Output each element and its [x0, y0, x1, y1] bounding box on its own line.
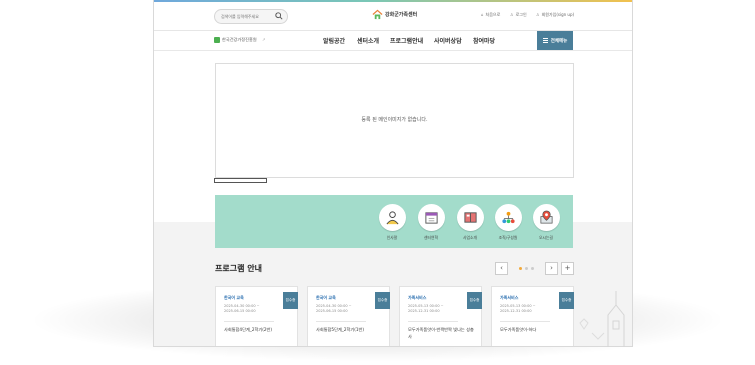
prev-button[interactable]: ‹: [495, 262, 508, 275]
program-card[interactable]: 한국어 교육 2025-04-30 00:00 ~ 2025-06-15 00:…: [215, 286, 298, 346]
quick-label: 오시는길: [539, 235, 553, 240]
card-date: 2025-04-30 00:00 ~ 2025-06-15 00:00: [224, 304, 260, 313]
card-date: 2025-05-13 00:00 ~ 2025-12-31 00:00: [500, 304, 536, 313]
card-divider: [224, 321, 274, 322]
quick-menu: 인사말 센터연혁 사업소개 조직/구성원 오시는길: [215, 195, 573, 248]
banner-empty-text: 등록 된 메인이미지가 없습니다.: [361, 117, 428, 123]
hamburger-icon: [542, 37, 548, 44]
quick-item-greeting[interactable]: 인사말: [377, 204, 407, 241]
card-category: 가족서비스: [500, 295, 519, 300]
util-home[interactable]: ⌂ 처음으로: [481, 12, 500, 18]
card-divider: [500, 321, 550, 322]
pager-dot[interactable]: [525, 267, 528, 270]
util-home-label: 처음으로: [485, 12, 501, 17]
card-category: 한국어 교육: [224, 295, 244, 300]
program-card[interactable]: 한국어 교육 2025-04-30 00:00 ~ 2025-06-15 00:…: [307, 286, 390, 346]
util-login-label: 로그인: [515, 12, 527, 17]
search-input[interactable]: [221, 11, 273, 22]
card-date: 2025-05-13 00:00 ~ 2025-12-31 00:00: [408, 304, 444, 313]
card-category: 한국어 교육: [316, 295, 336, 300]
card-title: 모두가족품앗이-반짝반짝 빛나는 성충사: [408, 327, 474, 339]
program-card[interactable]: 가족서비스 2025-05-13 00:00 ~ 2025-12-31 00:0…: [491, 286, 574, 346]
site-logo[interactable]: 강화군가족센터: [372, 9, 422, 21]
program-section-title: 프로그램 안내: [215, 264, 262, 273]
apply-button[interactable]: 접수중: [559, 292, 574, 309]
quick-item-business[interactable]: 사업소개: [455, 204, 485, 241]
all-menu-label: 전체메뉴: [550, 38, 568, 44]
quick-item-organization[interactable]: 조직/구성원: [493, 204, 523, 241]
card-title: 사회통합4단계_2학기(2반): [224, 327, 273, 332]
banner-scrollbar[interactable]: [214, 178, 267, 183]
quick-label: 사업소개: [463, 235, 477, 240]
user-icon: ♙: [510, 12, 514, 17]
more-button[interactable]: +: [561, 262, 574, 275]
util-signup[interactable]: ♙ 회원가입(sign up): [536, 12, 574, 18]
home-icon: ⌂: [481, 12, 484, 17]
apply-button[interactable]: 접수중: [375, 292, 390, 309]
book-icon: [463, 212, 477, 223]
org-chart-icon: [501, 211, 515, 224]
quick-label: 센터연혁: [424, 235, 438, 240]
pager-dot-active[interactable]: [519, 267, 522, 270]
nav-center[interactable]: 센터소개: [357, 36, 379, 45]
external-link-icon: ↗: [262, 37, 266, 42]
search-box[interactable]: [214, 9, 288, 24]
browser-frame: 강화군가족센터 ⌂처음으로 ♙로그인 ♙회원가입(sign up) 한국건강가정…: [154, 0, 632, 346]
nav-participation[interactable]: 참여마당: [473, 36, 495, 45]
card-title: 사회통합5단계_2학기(1반): [316, 327, 365, 332]
nav-notice[interactable]: 알림공간: [323, 36, 345, 45]
nav-divider: [154, 50, 632, 51]
nav-program[interactable]: 프로그램안내: [390, 36, 423, 45]
card-title: 모두가족품앗이-하다: [500, 327, 537, 332]
family-site-link[interactable]: 한국건강가정진흥원 ↗: [214, 37, 266, 43]
util-signup-label: 회원가입(sign up): [541, 12, 575, 17]
card-date: 2025-04-30 00:00 ~ 2025-06-15 00:00: [316, 304, 352, 313]
search-icon[interactable]: [275, 12, 283, 20]
apply-button[interactable]: 접수중: [283, 292, 298, 309]
calendar-icon: [424, 212, 438, 224]
util-login[interactable]: ♙ 로그인: [510, 12, 527, 18]
program-card[interactable]: 가족서비스 2025-05-13 00:00 ~ 2025-12-31 00:0…: [399, 286, 482, 346]
nav-cyber[interactable]: 사이버상담: [434, 36, 462, 45]
building-illustration: [579, 291, 625, 347]
all-menu-button[interactable]: 전체메뉴: [537, 31, 573, 50]
family-site-label: 한국건강가정진흥원: [222, 37, 257, 42]
user-plus-icon: ♙: [536, 12, 540, 17]
card-divider: [408, 321, 458, 322]
map-pin-icon: [540, 210, 552, 224]
card-divider: [316, 321, 366, 322]
house-logo-icon: [372, 9, 383, 20]
quick-item-directions[interactable]: 오시는길: [531, 204, 561, 241]
card-category: 가족서비스: [408, 295, 427, 300]
quick-item-history[interactable]: 센터연혁: [416, 204, 446, 241]
next-button[interactable]: ›: [545, 262, 558, 275]
counselor-icon: [386, 211, 398, 225]
quick-label: 인사말: [386, 235, 398, 240]
site-title: 강화군가족센터: [385, 12, 418, 18]
top-color-bar: [154, 0, 632, 2]
apply-button[interactable]: 접수중: [467, 292, 482, 309]
quick-label: 조직/구성원: [498, 235, 518, 240]
main-banner: 등록 된 메인이미지가 없습니다.: [215, 63, 574, 178]
family-logo-icon: [214, 37, 220, 43]
pager-dot[interactable]: [531, 267, 534, 270]
